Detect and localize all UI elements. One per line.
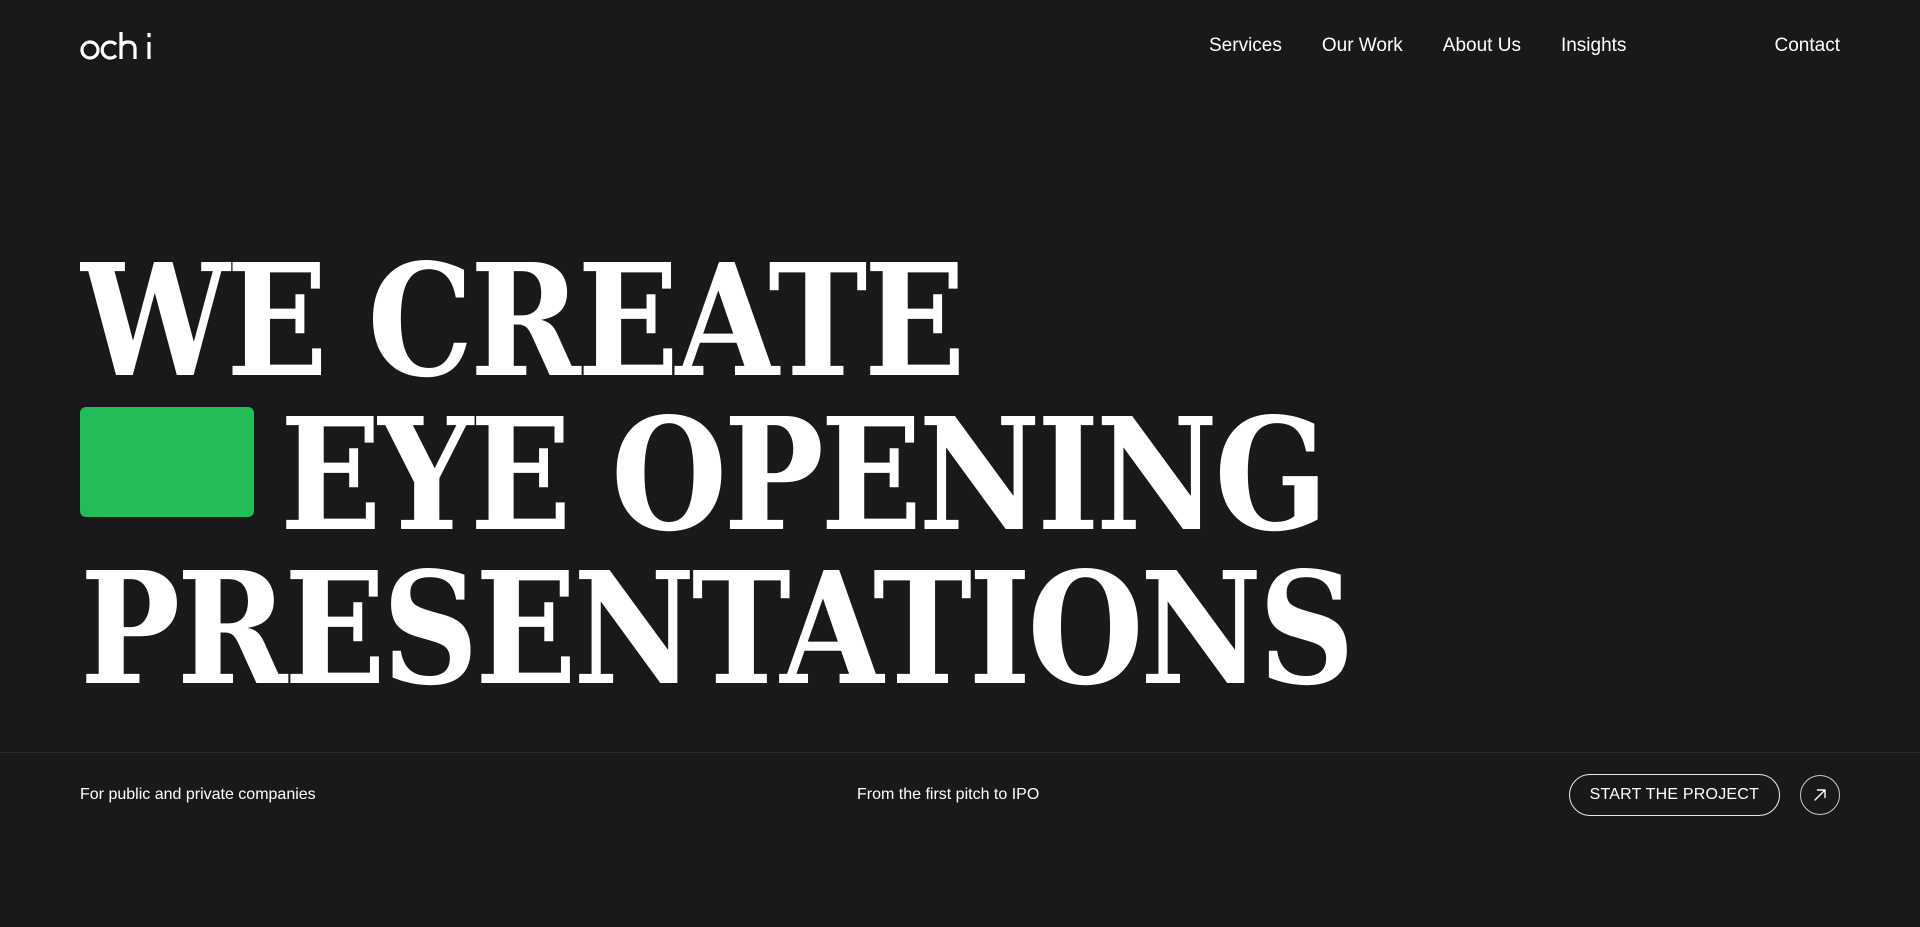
nav-link-insights[interactable]: Insights bbox=[1561, 35, 1626, 57]
start-project-arrow-button[interactable] bbox=[1800, 775, 1840, 815]
scope-tagline: From the first pitch to IPO bbox=[857, 786, 1040, 803]
arrow-up-right-icon bbox=[1814, 789, 1826, 801]
nav-link-about-us[interactable]: About Us bbox=[1443, 35, 1521, 57]
hero-line-text: WE CREATE bbox=[80, 230, 963, 384]
start-project-button[interactable]: START THE PROJECT bbox=[1568, 774, 1780, 816]
hero-line-3: PRESENTATIONS bbox=[80, 538, 1580, 692]
nav-link-services[interactable]: Services bbox=[1209, 35, 1282, 57]
cta-group: START THE PROJECT bbox=[1568, 774, 1840, 816]
main-nav: Services Our Work About Us Insights bbox=[1209, 0, 1626, 92]
nav-link-our-work[interactable]: Our Work bbox=[1322, 35, 1403, 57]
hero-line-2: EYE OPENING bbox=[80, 384, 1580, 538]
nav-link-contact[interactable]: Contact bbox=[1775, 0, 1840, 92]
hero-line-1: WE CREATE bbox=[80, 230, 1580, 384]
site-header: Services Our Work About Us Insights Cont… bbox=[0, 0, 1920, 92]
hero-line-text: PRESENTATIONS bbox=[80, 538, 1352, 692]
hero-headline: WE CREATE EYE OPENING PRESENTATIONS bbox=[80, 230, 1580, 692]
ochi-logo-icon bbox=[80, 32, 151, 60]
hero-line-text: EYE OPENING bbox=[280, 384, 1325, 538]
hero-footer-strip: For public and private companies From th… bbox=[0, 753, 1920, 837]
brand-logo[interactable] bbox=[80, 26, 160, 66]
hero-accent-image bbox=[80, 407, 254, 517]
audience-tagline: For public and private companies bbox=[80, 786, 316, 803]
landing-page: Services Our Work About Us Insights Cont… bbox=[0, 0, 1920, 927]
